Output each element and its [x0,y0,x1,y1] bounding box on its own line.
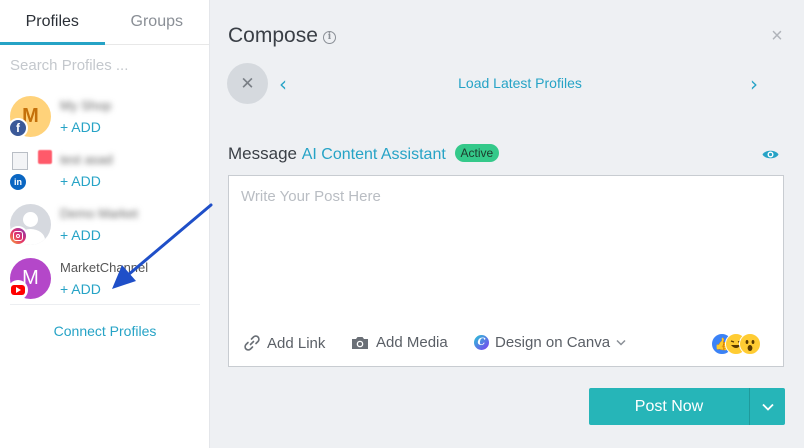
tab-groups[interactable]: Groups [105,0,210,44]
profile-name: test asad [60,152,113,167]
profile-item: M MarketChannel + ADD [8,258,200,304]
profile-item: M f My Shop + ADD [8,96,200,142]
load-latest-profiles-link[interactable]: Load Latest Profiles [420,75,620,91]
post-textarea[interactable] [229,176,783,316]
add-media-label: Add Media [376,334,448,351]
facebook-icon: f [8,118,28,138]
design-on-canva-label: Design on Canva [495,334,611,351]
status-badge: Active [454,144,500,162]
linkedin-icon: in [8,172,28,192]
info-icon[interactable]: i [323,31,336,44]
post-options-dropdown[interactable] [749,388,785,425]
profile-name: MarketChannel [60,260,149,275]
profile-item: Demo Market + ADD [8,204,200,250]
clear-profiles-button[interactable]: ✕ [227,63,268,104]
divider [10,304,200,305]
close-icon[interactable]: × [767,24,787,48]
tab-profiles[interactable]: Profiles [0,0,105,45]
search-profiles-input[interactable] [10,57,200,74]
youtube-icon [8,280,28,300]
design-on-canva-button[interactable]: C Design on Canva [474,334,626,351]
profiles-sidebar: Profiles Groups M f My Shop + ADD in tes… [0,0,210,448]
connect-profiles-link[interactable]: Connect Profiles [0,323,210,339]
reactions-button[interactable]: 👍 [711,333,761,357]
chevron-left-icon[interactable]: ‹ [279,72,287,96]
add-profile-button[interactable]: + ADD [60,119,101,135]
add-link-button[interactable]: Add Link [243,334,325,352]
camera-icon [352,336,368,349]
broken-image-icon [12,152,28,170]
chevron-down-icon [761,403,774,411]
add-profile-button[interactable]: + ADD [60,173,101,189]
profile-name: Demo Market [60,206,139,221]
default-avatar-head [23,212,38,227]
add-media-button[interactable]: Add Media [350,334,448,351]
link-icon [244,335,260,351]
post-editor: Add Link Add Media C Design on Canva 👍 [228,175,784,367]
message-header: Message AI Content Assistant Active [228,144,500,164]
instagram-icon [8,226,28,246]
add-profile-button[interactable]: + ADD [60,281,101,297]
sidebar-tabs: Profiles Groups [0,0,209,45]
add-profile-button[interactable]: + ADD [60,227,101,243]
chevron-right-icon[interactable]: › [750,72,758,96]
canva-icon: C [474,335,489,350]
profile-name: My Shop [60,98,112,113]
compose-title: Compose [228,24,318,47]
message-label: Message [228,144,297,163]
avatar-image-fragment [38,150,52,164]
chevron-down-icon [616,339,626,346]
ai-content-assistant-link[interactable]: AI Content Assistant [302,146,446,163]
post-now-button[interactable]: Post Now [589,388,749,425]
profile-item: in test asad + ADD [8,150,200,196]
eye-icon[interactable] [762,148,779,161]
wow-reaction-icon [739,333,761,355]
add-link-label: Add Link [267,334,326,352]
